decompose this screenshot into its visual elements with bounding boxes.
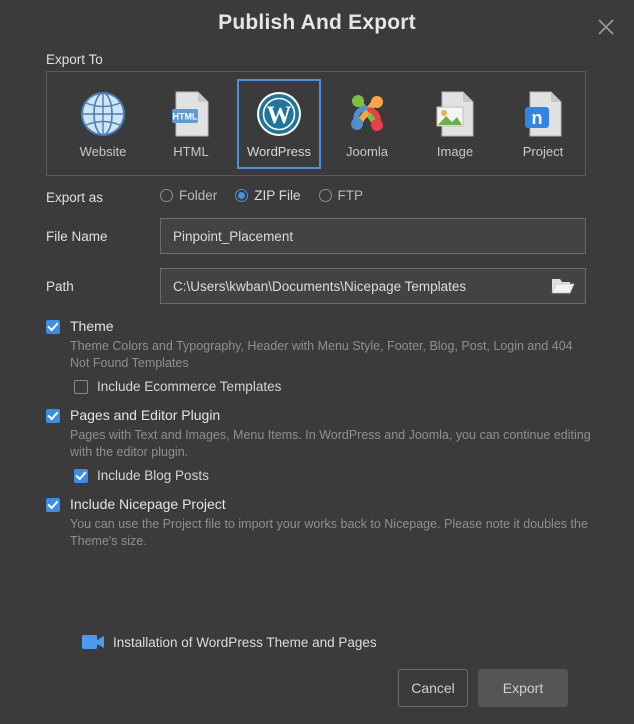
export-tile-joomla[interactable]: Joomla — [325, 79, 409, 169]
html-file-icon: HTML — [165, 88, 217, 140]
file-name-label: File Name — [46, 229, 108, 244]
export-tile-wordpress[interactable]: W WordPress — [237, 78, 321, 169]
option-pages-and-editor-plugin: Pages and Editor Plugin Pages with Text … — [46, 407, 591, 483]
installation-video-link[interactable]: Installation of WordPress Theme and Page… — [82, 634, 377, 650]
export-tile-image[interactable]: Image — [413, 79, 497, 169]
export-to-panel: Website HTML HTML W WordPress Joomla Ima… — [46, 71, 586, 176]
pages-title: Pages and Editor Plugin — [70, 407, 221, 423]
svg-text:W: W — [267, 102, 292, 129]
include-blog-posts-label: Include Blog Posts — [97, 468, 209, 483]
include-ecommerce-templates-label: Include Ecommerce Templates — [97, 379, 282, 394]
close-icon[interactable] — [592, 13, 620, 41]
path-label: Path — [46, 279, 74, 294]
pages-sub-option[interactable]: Include Blog Posts — [74, 468, 591, 483]
export-as-label: Export as — [46, 190, 104, 205]
radio-zip-file[interactable]: ZIP File — [235, 188, 301, 203]
theme-description: Theme Colors and Typography, Header with… — [70, 339, 573, 370]
theme-sub-option[interactable]: Include Ecommerce Templates — [74, 379, 591, 394]
publish-and-export-dialog: Publish And Export Export To Website HTM… — [0, 0, 634, 724]
export-to-label: Export To — [46, 52, 103, 67]
export-button[interactable]: Export — [478, 669, 568, 707]
installation-video-label: Installation of WordPress Theme and Page… — [113, 634, 377, 650]
export-tile-label: HTML — [173, 144, 209, 159]
radio-dot-icon — [160, 189, 173, 202]
include-blog-posts-checkbox[interactable] — [74, 468, 88, 483]
wordpress-icon: W — [253, 88, 305, 140]
file-name-input[interactable] — [160, 218, 586, 254]
pages-checkbox[interactable] — [46, 409, 60, 423]
globe-icon — [77, 88, 129, 140]
radio-dot-icon — [235, 189, 249, 202]
export-tile-label: Project — [522, 144, 564, 159]
export-tile-label: Website — [79, 144, 127, 159]
include-nicepage-project-description: You can use the Project file to import y… — [70, 517, 588, 548]
radio-dot-icon — [318, 189, 332, 202]
export-tile-website[interactable]: Website — [61, 79, 145, 169]
theme-checkbox[interactable] — [46, 320, 60, 334]
include-ecommerce-templates-checkbox[interactable] — [74, 379, 88, 394]
radio-label: ZIP File — [254, 188, 301, 203]
include-nicepage-project-title: Include Nicepage Project — [70, 496, 226, 512]
radio-ftp[interactable]: FTP — [318, 188, 364, 203]
pages-description: Pages with Text and Images, Menu Items. … — [70, 428, 591, 459]
radio-label: Folder — [179, 188, 218, 203]
export-tile-label: Joomla — [346, 144, 388, 159]
image-file-icon — [429, 88, 481, 140]
export-tile-label: Image — [436, 144, 474, 159]
path-input[interactable] — [160, 268, 586, 304]
export-tile-label: WordPress — [246, 144, 312, 159]
export-tile-project[interactable]: n Project — [501, 79, 585, 169]
svg-text:n: n — [532, 108, 543, 128]
option-theme: Theme Theme Colors and Typography, Heade… — [46, 318, 591, 394]
open-folder-icon-glyph — [551, 279, 575, 294]
nicepage-project-file-icon: n — [517, 88, 569, 140]
export-as-radio-group: Folder ZIP File FTP — [160, 188, 381, 203]
open-folder-icon[interactable] — [550, 274, 576, 298]
include-nicepage-project-checkbox[interactable] — [46, 498, 60, 512]
page-title: Publish And Export — [218, 11, 416, 34]
export-tile-html[interactable]: HTML HTML — [149, 79, 233, 169]
close-icon-glyph — [598, 19, 614, 35]
option-include-nicepage-project: Include Nicepage Project You can use the… — [46, 496, 591, 550]
radio-label: FTP — [337, 188, 364, 203]
cancel-button[interactable]: Cancel — [398, 669, 468, 707]
joomla-icon — [341, 88, 393, 140]
radio-folder[interactable]: Folder — [160, 188, 217, 203]
theme-title: Theme — [70, 318, 114, 334]
svg-text:HTML: HTML — [173, 112, 198, 122]
video-camera-icon — [82, 635, 104, 649]
